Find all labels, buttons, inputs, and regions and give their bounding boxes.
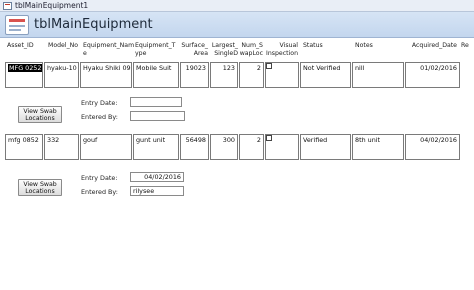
model-no-field[interactable]: hyaku-10 xyxy=(44,62,79,88)
visual-inspection-cell xyxy=(265,134,299,160)
record-2: mfg 0852 332 gouf gunt unit 56498 300 2 … xyxy=(0,134,474,200)
form-icon xyxy=(5,15,29,35)
largest-single-field[interactable]: 123 xyxy=(210,62,238,88)
col-notes: Notes xyxy=(355,42,373,49)
col-model-no: Model_No xyxy=(48,42,79,49)
col-visual-inspection: Visual Inspection xyxy=(266,42,298,57)
status-field[interactable]: Not Verified xyxy=(300,62,351,88)
equipment-name-field[interactable]: gouf xyxy=(80,134,132,160)
surface-area-field[interactable]: 19023 xyxy=(180,62,209,88)
visual-inspection-cell xyxy=(265,62,299,88)
num-swab-field[interactable]: 2 xyxy=(239,134,264,160)
col-re: Re xyxy=(461,42,469,49)
view-swab-locations-button[interactable]: View Swab Locations xyxy=(18,106,62,123)
col-equipment-name: Equipment_Nam e xyxy=(83,42,135,57)
col-num-swab: Num_S wapLoc xyxy=(239,42,263,57)
form-title: tblMainEquipment xyxy=(34,17,153,32)
col-equipment-type: Equipment_T ype xyxy=(135,42,176,57)
notes-field[interactable]: 8th unit xyxy=(352,134,404,160)
entered-by-label: Entered By: xyxy=(81,113,118,121)
largest-single-field[interactable]: 300 xyxy=(210,134,238,160)
column-headers: Asset_ID Model_No Equipment_Nam e Equipm… xyxy=(0,40,474,62)
equipment-type-field[interactable]: gunt unit xyxy=(133,134,179,160)
entered-by-label: Entered By: xyxy=(81,188,118,196)
entered-by-field[interactable] xyxy=(130,111,185,121)
window-title: tblMainEquipment1 xyxy=(15,1,89,10)
equipment-type-field[interactable]: Mobile Suit xyxy=(133,62,179,88)
status-field[interactable]: Verified xyxy=(300,134,351,160)
notes-field[interactable]: nill xyxy=(352,62,404,88)
asset-id-field[interactable]: MFG 0252 xyxy=(5,62,43,88)
col-surface-area: Surface_ Area xyxy=(181,42,208,57)
visual-inspection-checkbox[interactable] xyxy=(266,135,272,141)
model-no-field[interactable]: 332 xyxy=(44,134,79,160)
view-swab-locations-button[interactable]: View Swab Locations xyxy=(18,179,62,196)
acquired-date-field[interactable]: 01/02/2016 xyxy=(405,62,460,88)
entry-date-label: Entry Date: xyxy=(81,174,118,182)
visual-inspection-checkbox[interactable] xyxy=(266,63,272,69)
form-header: tblMainEquipment xyxy=(0,12,474,38)
col-asset-id: Asset_ID xyxy=(7,42,34,49)
window-titlebar: tblMainEquipment1 xyxy=(0,0,474,12)
entry-date-field[interactable]: 04/02/2016 xyxy=(130,172,184,182)
num-swab-field[interactable]: 2 xyxy=(239,62,264,88)
entry-date-field[interactable] xyxy=(130,97,182,107)
acquired-date-field[interactable]: 04/02/2016 xyxy=(405,134,460,160)
col-status: Status xyxy=(303,42,323,49)
record-1: MFG 0252 hyaku-10 Hyaku Shiki 091 Mobile… xyxy=(0,62,474,132)
equipment-name-field[interactable]: Hyaku Shiki 091 xyxy=(80,62,132,88)
col-acquired-date: Acquired_Date xyxy=(411,42,457,49)
asset-id-field[interactable]: mfg 0852 xyxy=(5,134,43,160)
entry-date-label: Entry Date: xyxy=(81,99,118,107)
col-largest-single: Largest_ SingleD xyxy=(211,42,238,57)
entered-by-field[interactable]: rilysee xyxy=(130,186,184,196)
surface-area-field[interactable]: 56498 xyxy=(180,134,209,160)
form-window-icon xyxy=(3,2,12,10)
